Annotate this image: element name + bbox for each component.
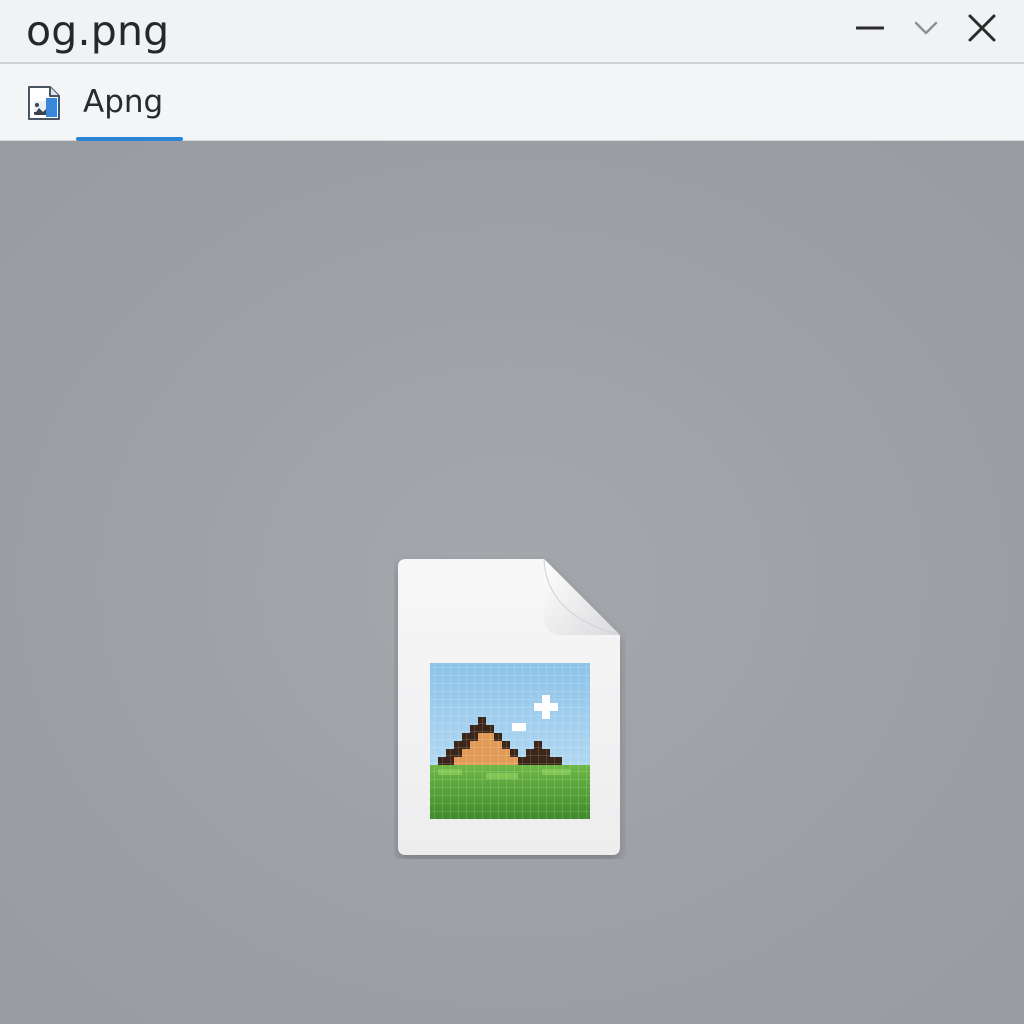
chevron-down-icon	[914, 21, 938, 35]
image-file-icon	[28, 86, 60, 120]
title-bar: og.png	[0, 0, 1024, 64]
close-icon	[968, 14, 996, 42]
image-viewer-window: og.png Apng	[0, 0, 1024, 1024]
close-button[interactable]	[954, 6, 1010, 50]
dropdown-button[interactable]	[898, 6, 954, 50]
tab-label: Apng	[83, 84, 164, 120]
tab-apng[interactable]: Apng	[16, 64, 186, 141]
minimize-icon	[856, 26, 884, 30]
window-title: og.png	[26, 7, 170, 55]
broken-image-file-icon	[398, 558, 621, 855]
minimize-button[interactable]	[842, 6, 898, 50]
window-controls	[842, 6, 1010, 50]
tab-bar: Apng	[0, 64, 1024, 141]
image-canvas	[0, 141, 1024, 1024]
